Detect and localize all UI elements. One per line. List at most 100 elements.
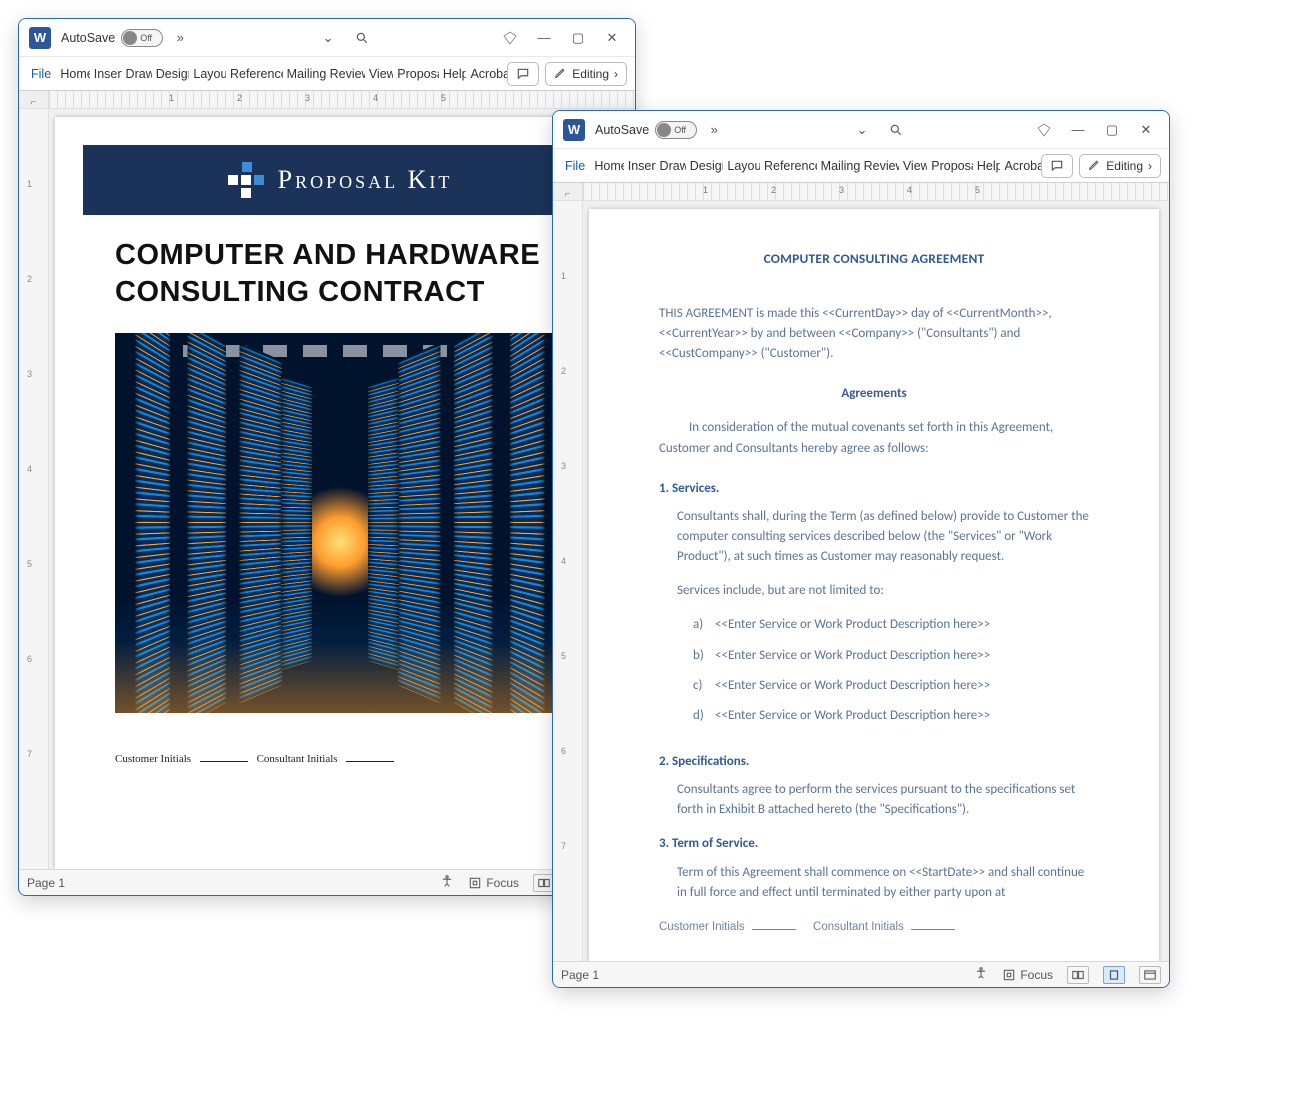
view-print-button[interactable] (1103, 966, 1125, 984)
maximize-button[interactable]: ▢ (1095, 115, 1129, 145)
statusbar: Page 1 Focus (19, 869, 635, 895)
tab-acrobat[interactable]: Acrobat (466, 61, 507, 87)
autosave-toggle[interactable]: Off (121, 29, 163, 47)
section-3-p1: Term of this Agreement shall commence on… (677, 863, 1089, 903)
word-window-2: W AutoSave Off » ⌄ — ▢ ✕ File Home Inser… (552, 110, 1170, 988)
tab-draw[interactable]: Draw (656, 153, 686, 179)
diamond-icon[interactable] (1027, 115, 1061, 145)
page-indicator[interactable]: Page 1 (561, 968, 599, 982)
page-footer: Customer Initials Consultant Initials (659, 921, 1089, 933)
tab-file[interactable]: File (557, 153, 590, 179)
title-dropdown-icon[interactable]: ⌄ (311, 23, 345, 53)
footer-consultant-blank[interactable] (911, 929, 955, 930)
ruler-mark: 2 (771, 185, 776, 195)
consultant-initials-blank[interactable] (346, 761, 394, 762)
document-title: COMPUTER AND HARDWARE CONSULTING CONTRAC… (115, 237, 565, 311)
customer-initials-blank[interactable] (200, 761, 248, 762)
diamond-icon[interactable] (493, 23, 527, 53)
qat-overflow-icon[interactable]: » (163, 23, 197, 53)
ruler-mark: 6 (27, 654, 32, 664)
accessibility-icon[interactable] (440, 874, 454, 891)
tab-proposal[interactable]: Proposal (927, 153, 973, 179)
close-button[interactable]: ✕ (595, 23, 629, 53)
tab-proposal[interactable]: Proposal (393, 61, 439, 87)
word-window-1: W AutoSave Off » ⌄ — ▢ ✕ File Home Inser… (18, 18, 636, 896)
ribbon-tabs: File Home Insert Draw Design Layout Refe… (19, 57, 635, 91)
page-indicator[interactable]: Page 1 (27, 876, 65, 890)
word-app-icon: W (563, 119, 585, 141)
ruler-mark: 7 (561, 841, 566, 851)
footer-consultant-label: Consultant Initials (813, 921, 904, 933)
tab-review[interactable]: Review (326, 61, 365, 87)
tab-references[interactable]: References (760, 153, 817, 179)
view-read-button[interactable] (1067, 966, 1089, 984)
qat-overflow-icon[interactable]: » (697, 115, 731, 145)
ruler-mark: 2 (561, 366, 566, 376)
view-web-button[interactable] (1139, 966, 1161, 984)
tab-home[interactable]: Home (590, 153, 623, 179)
list-item: d)<<Enter Service or Work Product Descri… (693, 706, 1089, 726)
title-dropdown-icon[interactable]: ⌄ (845, 115, 879, 145)
focus-label: Focus (486, 876, 519, 890)
tab-home[interactable]: Home (56, 61, 89, 87)
tab-help[interactable]: Help (439, 61, 467, 87)
tab-layout[interactable]: Layout (189, 61, 226, 87)
comments-button[interactable] (1041, 154, 1073, 178)
tab-draw[interactable]: Draw (122, 61, 152, 87)
focus-button[interactable]: Focus (1002, 968, 1053, 982)
section-3-label: 3. Term of Service. (659, 834, 1089, 854)
document-page[interactable]: Proposal Kit COMPUTER AND HARDWARE CONSU… (55, 117, 625, 869)
ruler-mark: 5 (975, 185, 980, 195)
tab-mailings[interactable]: Mailings (283, 61, 326, 87)
pencil-icon (1088, 158, 1101, 174)
list-item: a)<<Enter Service or Work Product Descri… (693, 615, 1089, 635)
close-button[interactable]: ✕ (1129, 115, 1163, 145)
tab-mailings[interactable]: Mailings (817, 153, 860, 179)
ruler-horizontal[interactable]: ⌐ 1 2 3 4 5 (19, 91, 635, 109)
search-icon[interactable] (345, 23, 379, 53)
ruler-mark: 5 (441, 93, 446, 103)
minimize-button[interactable]: — (527, 23, 561, 53)
ruler-mark: 2 (27, 274, 32, 284)
tab-help[interactable]: Help (973, 153, 1001, 179)
tab-insert[interactable]: Insert (90, 61, 122, 87)
ruler-mark: 3 (839, 185, 844, 195)
autosave-state: Off (140, 33, 152, 43)
tab-review[interactable]: Review (860, 153, 899, 179)
maximize-button[interactable]: ▢ (561, 23, 595, 53)
search-icon[interactable] (879, 115, 913, 145)
autosave-toggle[interactable]: Off (655, 121, 697, 139)
list-item: c)<<Enter Service or Work Product Descri… (693, 676, 1089, 696)
comments-button[interactable] (507, 62, 539, 86)
ruler-mark: 4 (907, 185, 912, 195)
editing-mode-button[interactable]: Editing › (1079, 154, 1161, 178)
ruler-horizontal[interactable]: ⌐ 1 2 3 4 5 (553, 183, 1169, 201)
tab-design[interactable]: Design (686, 153, 724, 179)
minimize-button[interactable]: — (1061, 115, 1095, 145)
accessibility-icon[interactable] (974, 966, 988, 983)
tab-acrobat[interactable]: Acrobat (1000, 153, 1041, 179)
footer-customer-blank[interactable] (752, 929, 796, 930)
document-area: 1 2 3 4 5 6 7 Proposal Kit COMPUTER AND … (19, 109, 635, 869)
tab-file[interactable]: File (23, 61, 56, 87)
focus-button[interactable]: Focus (468, 876, 519, 890)
tab-insert[interactable]: Insert (624, 153, 656, 179)
ruler-mark: 4 (373, 93, 378, 103)
section-1-label: 1. Services. (659, 479, 1089, 499)
ruler-mark: 5 (561, 651, 566, 661)
tab-view[interactable]: View (899, 153, 927, 179)
editing-mode-button[interactable]: Editing › (545, 62, 627, 86)
section-2-p1: Consultants agree to perform the service… (677, 780, 1089, 820)
brand-banner: Proposal Kit (83, 145, 597, 215)
ruler-mark: 5 (27, 559, 32, 569)
tab-view[interactable]: View (365, 61, 393, 87)
tab-references[interactable]: References (226, 61, 283, 87)
document-page[interactable]: COMPUTER CONSULTING AGREEMENT THIS AGREE… (589, 209, 1159, 961)
tab-layout[interactable]: Layout (723, 153, 760, 179)
editing-label: Editing (572, 67, 609, 81)
ruler-vertical[interactable]: 1 2 3 4 5 6 7 (553, 201, 583, 961)
tab-design[interactable]: Design (152, 61, 190, 87)
ruler-vertical[interactable]: 1 2 3 4 5 6 7 (19, 109, 49, 869)
agreements-intro: In consideration of the mutual covenants… (659, 418, 1089, 458)
service-list: a)<<Enter Service or Work Product Descri… (693, 615, 1089, 726)
